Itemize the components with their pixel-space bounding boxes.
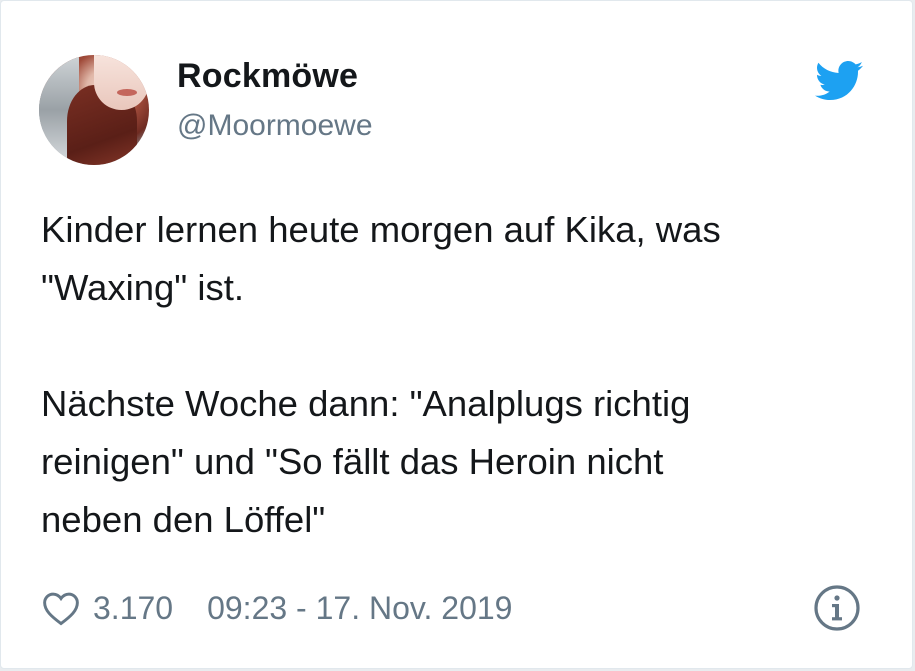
tweet-text: Kinder lernen heute morgen auf Kika, was…	[41, 201, 891, 549]
tweet-card: Rockmöwe @Moormoewe Kinder lernen heute …	[0, 0, 913, 669]
tweet-line: "Waxing" ist.	[41, 267, 245, 308]
tweet-line: neben den Löffel"	[41, 499, 326, 540]
info-icon[interactable]	[813, 584, 861, 632]
tweet-line: Nächste Woche dann: "Analplugs richtig	[41, 383, 691, 424]
timestamp-link[interactable]: 09:23 - 17. Nov. 2019	[207, 590, 512, 627]
tweet-line: Kinder lernen heute morgen auf Kika, was	[41, 209, 721, 250]
tweet-line: reinigen" und "So fällt das Heroin nicht	[41, 441, 664, 482]
avatar[interactable]	[39, 55, 149, 165]
twitter-bird-icon[interactable]	[815, 61, 863, 101]
tweet-footer: 3.170 09:23 - 17. Nov. 2019	[41, 585, 512, 631]
like-count: 3.170	[93, 589, 174, 626]
heart-icon[interactable]	[41, 590, 81, 626]
user-handle[interactable]: @Moormoewe	[177, 109, 373, 143]
display-name[interactable]: Rockmöwe	[177, 57, 358, 96]
